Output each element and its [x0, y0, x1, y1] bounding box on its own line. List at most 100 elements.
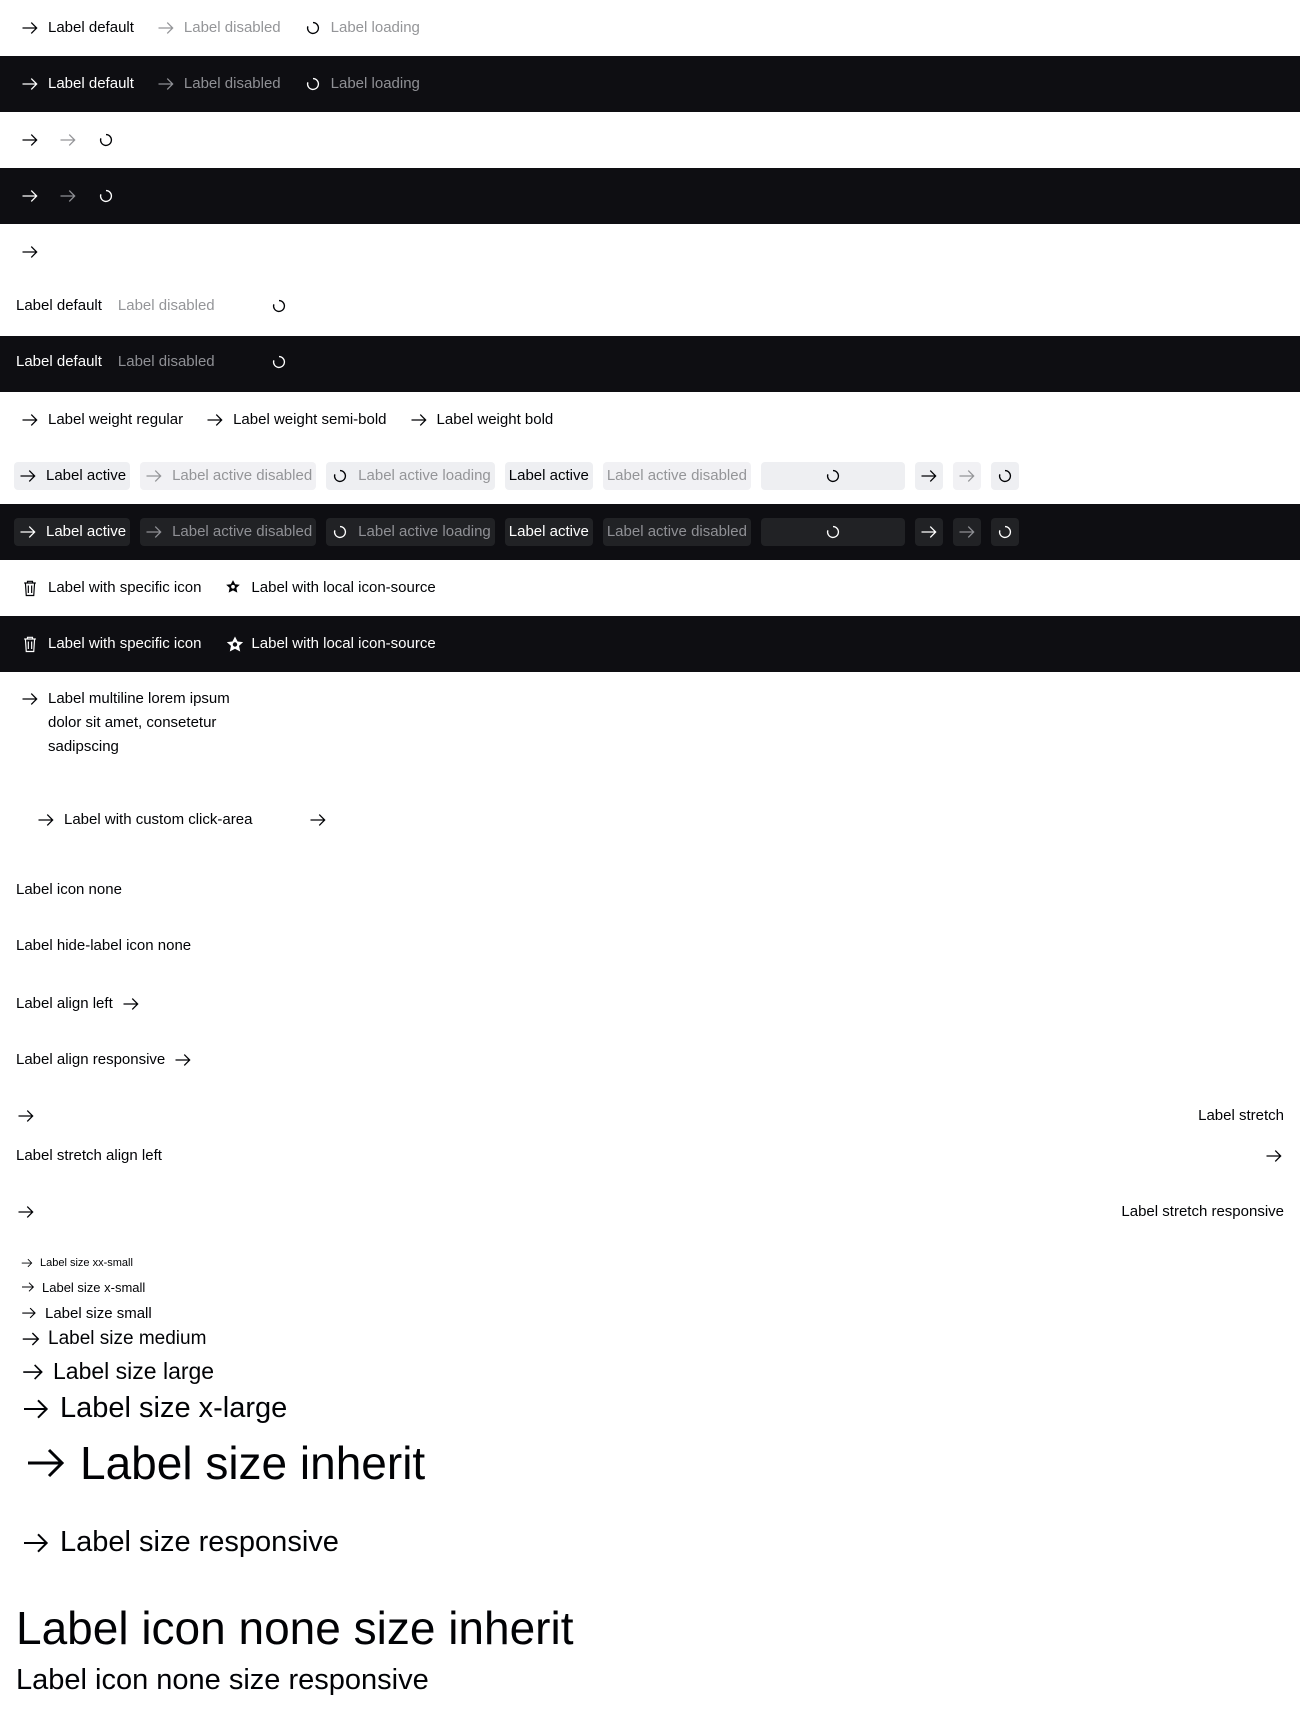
link-icon-none-size-responsive[interactable]: Label icon none size responsive [16, 1660, 429, 1700]
arrow-right-icon [1264, 1146, 1284, 1166]
arrow-right-icon [16, 1106, 36, 1126]
link-label: Label size xx-small [40, 1257, 133, 1269]
link-weight-regular[interactable]: Label weight regular [16, 406, 187, 434]
link-align-responsive[interactable]: Label align responsive [16, 1046, 193, 1074]
link-label: Label active loading [358, 467, 491, 484]
link-icon-none-size-inherit[interactable]: Label icon none size inherit [16, 1598, 573, 1658]
link-label: Label size large [53, 1358, 215, 1384]
icon-link[interactable] [16, 238, 44, 266]
link-size-xx-small[interactable]: Label size xx-small [20, 1256, 133, 1270]
arrow-right-icon [20, 1328, 42, 1350]
arrow-right-icon [121, 994, 141, 1014]
link-label: Label size small [45, 1304, 152, 1322]
link-label: Label disabled [183, 19, 281, 36]
arrow-right-icon [20, 242, 40, 262]
link-label: Label stretch responsive [1121, 1203, 1284, 1220]
spinner-icon [823, 466, 843, 486]
link-loading: Label loading [299, 70, 424, 98]
arrow-right-icon [156, 74, 176, 94]
link-multiline[interactable]: Label multiline lorem ipsum dolor sit am… [20, 687, 230, 759]
icon-link-default[interactable] [16, 126, 44, 154]
icon-link-active-disabled [952, 462, 981, 490]
link-size-large[interactable]: Label size large [20, 1358, 214, 1385]
link-size-small[interactable]: Label size small [20, 1304, 152, 1322]
arrow-right-icon [20, 1279, 36, 1295]
no-icon-row-light: Label default Label disabled [16, 294, 1300, 318]
link-active-disabled-no-icon: Label active disabled [602, 462, 751, 490]
link-size-inherit[interactable]: Label size inherit [22, 1436, 425, 1490]
custom-click-area-row: Label with custom click-area [32, 806, 1300, 834]
link-disabled: Label disabled [152, 70, 285, 98]
link-default[interactable]: Label default [16, 294, 102, 318]
link-label: Label size x-large [60, 1392, 288, 1424]
link-label: Label loading [330, 75, 420, 92]
arrow-right-icon [22, 1439, 70, 1487]
link-active-no-icon[interactable]: Label active [504, 462, 593, 490]
link-size-x-small[interactable]: Label size x-small [20, 1279, 145, 1295]
link-active-no-icon[interactable]: Label active [504, 518, 593, 546]
link-label: Label active [46, 523, 127, 540]
icon-only-row-dark [16, 182, 1300, 210]
arrow-right-icon [16, 1202, 36, 1222]
spinner-icon [303, 74, 323, 94]
link-local-icon[interactable]: Label with local icon-source [219, 574, 439, 602]
arrow-right-icon [20, 1256, 34, 1270]
link-active-loading: Label active loading [326, 462, 495, 490]
link-size-responsive[interactable]: Label size responsive [20, 1526, 339, 1559]
custom-icons-row-light: Label with specific icon Label with loca… [16, 574, 1300, 602]
link-custom-click-area[interactable]: Label with custom click-area [32, 806, 256, 834]
link-label: Label size inherit [80, 1437, 426, 1489]
align-responsive-row: Label align responsive [16, 1046, 1300, 1074]
icon-link-default[interactable] [16, 182, 44, 210]
link-local-icon[interactable]: Label with local icon-source [219, 630, 439, 658]
weights-row: Label weight regular Label weight semi-b… [16, 406, 1300, 434]
multiline-text: dolor sit amet, consetetur [48, 714, 217, 731]
spinner-icon [96, 186, 116, 206]
arrow-right-icon [919, 522, 939, 542]
single-icon-row [16, 238, 1300, 266]
states-row-dark: Label default Label disabled Label loadi… [16, 70, 1300, 98]
link-hide-label-icon-none[interactable]: Label hide-label icon none [16, 934, 191, 958]
link-size-x-large[interactable]: Label size x-large [20, 1392, 287, 1425]
link-label: Label stretch [1198, 1107, 1284, 1124]
icon-link-disabled [54, 126, 82, 154]
link-active-loading: Label active loading [326, 518, 495, 546]
link-label: Label weight bold [436, 411, 554, 428]
link-default[interactable]: Label default [16, 350, 102, 374]
link-label: Label active [46, 467, 127, 484]
states-row-light: Label default Label disabled Label loadi… [16, 14, 1300, 42]
link-disabled: Label disabled [152, 14, 285, 42]
link-stretch-align-left[interactable]: Label stretch align left [16, 1142, 1284, 1170]
link-active[interactable]: Label active [14, 462, 131, 490]
spinner-icon [995, 522, 1015, 542]
link-weight-bold[interactable]: Label weight bold [405, 406, 558, 434]
link-active-disabled: Label active disabled [140, 462, 317, 490]
link-specific-icon[interactable]: Label with specific icon [16, 630, 205, 658]
icon-link-active[interactable] [914, 518, 943, 546]
link-weight-semibold[interactable]: Label weight semi-bold [201, 406, 390, 434]
link-label: Label size x-small [42, 1279, 146, 1295]
link-label: Label active loading [358, 523, 491, 540]
arrow-right-icon [308, 810, 328, 830]
link-default[interactable]: Label default [16, 70, 138, 98]
link-label: Label align left [16, 995, 113, 1012]
link-size-medium[interactable]: Label size medium [20, 1328, 206, 1350]
link-label: Label with specific icon [48, 635, 202, 652]
icon-link-custom-click-area[interactable] [304, 806, 332, 834]
icon-none-row: Label icon none [16, 878, 1300, 902]
arrow-right-icon [36, 810, 56, 830]
link-stretch[interactable]: Label stretch [16, 1102, 1284, 1130]
arrow-right-icon [20, 186, 40, 206]
link-default[interactable]: Label default [16, 14, 138, 42]
align-left-row: Label align left [16, 990, 1300, 1018]
icon-link-active[interactable] [914, 462, 943, 490]
arrow-right-icon [20, 689, 40, 709]
link-label: Label stretch align left [16, 1147, 162, 1164]
link-icon-none[interactable]: Label icon none [16, 878, 122, 902]
link-stretch-responsive[interactable]: Label stretch responsive [16, 1198, 1284, 1226]
link-active[interactable]: Label active [14, 518, 131, 546]
link-specific-icon[interactable]: Label with specific icon [16, 574, 205, 602]
link-align-left[interactable]: Label align left [16, 990, 141, 1018]
link-label: Label active [508, 523, 589, 540]
link-label: Label align responsive [16, 1051, 166, 1068]
